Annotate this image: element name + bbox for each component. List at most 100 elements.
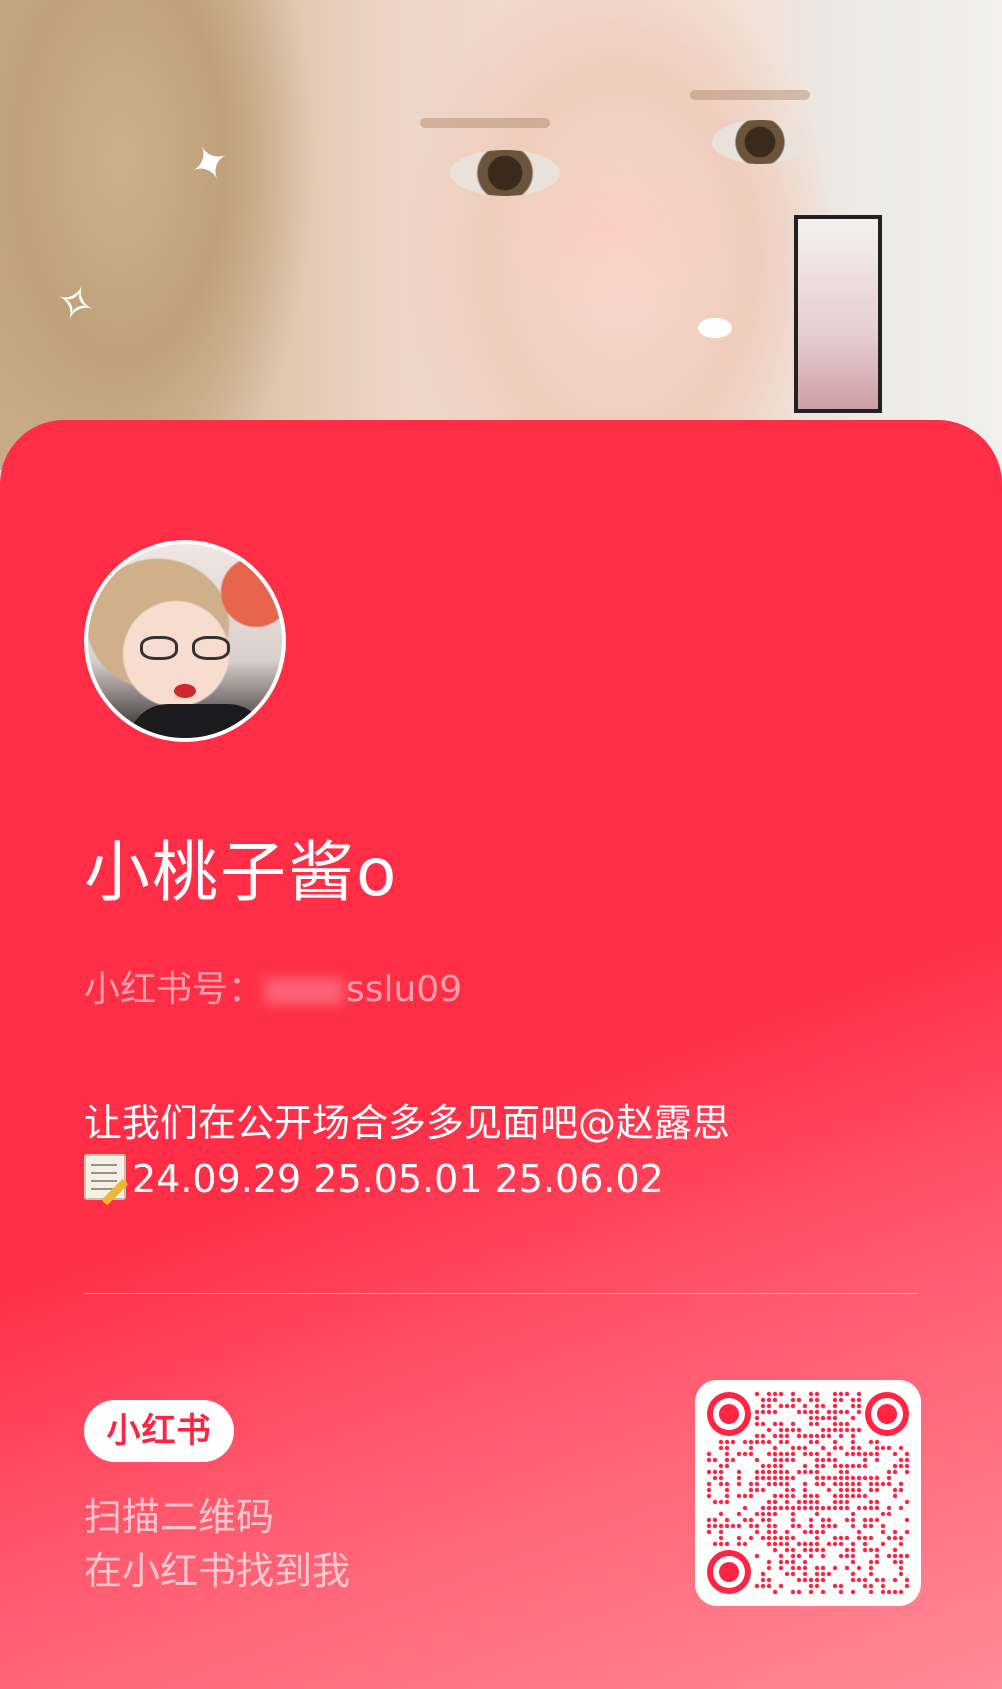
qr-dot <box>880 1577 886 1583</box>
qr-dot <box>904 1529 910 1535</box>
qr-dot <box>766 1439 772 1445</box>
qr-dot <box>874 1553 880 1559</box>
profile-bio-line2: 24.09.29 25.05.01 25.06.02 <box>84 1151 730 1207</box>
qr-dot <box>868 1505 874 1511</box>
qr-dot <box>748 1535 754 1541</box>
qr-dot <box>838 1445 844 1451</box>
qr-dot <box>766 1475 772 1481</box>
qr-dot <box>772 1397 778 1403</box>
qr-dot <box>850 1559 856 1565</box>
qr-dot <box>796 1445 802 1451</box>
qr-dot <box>718 1511 724 1517</box>
qr-dot <box>856 1505 862 1511</box>
memo-icon <box>84 1154 126 1200</box>
qr-dot <box>832 1457 838 1463</box>
qr-dot <box>844 1535 850 1541</box>
qr-dot <box>772 1547 778 1553</box>
qr-dot <box>814 1463 820 1469</box>
qr-dot <box>790 1505 796 1511</box>
qr-dot <box>766 1541 772 1547</box>
qr-dot <box>760 1463 766 1469</box>
qr-dot <box>790 1517 796 1523</box>
qr-dot <box>772 1535 778 1541</box>
qr-dot <box>868 1589 874 1595</box>
qr-dot <box>850 1517 856 1523</box>
qr-dot <box>844 1493 850 1499</box>
qr-dot <box>832 1463 838 1469</box>
qr-dot <box>832 1499 838 1505</box>
qr-dot <box>808 1577 814 1583</box>
qr-dot <box>880 1583 886 1589</box>
qr-dot <box>724 1463 730 1469</box>
qr-dot <box>760 1583 766 1589</box>
qr-dot <box>898 1553 904 1559</box>
qr-dot <box>832 1493 838 1499</box>
qr-dot <box>814 1439 820 1445</box>
qr-dot <box>832 1397 838 1403</box>
qr-dot <box>814 1475 820 1481</box>
qr-dot <box>904 1457 910 1463</box>
qr-dot <box>802 1493 808 1499</box>
qr-dot <box>790 1475 796 1481</box>
qr-dot <box>766 1469 772 1475</box>
qr-dot <box>868 1439 874 1445</box>
qr-dot <box>760 1517 766 1523</box>
qr-dot <box>856 1565 862 1571</box>
qr-dot <box>832 1421 838 1427</box>
qr-dot <box>808 1469 814 1475</box>
qr-dot <box>772 1445 778 1451</box>
qr-dot <box>898 1541 904 1547</box>
qr-dot <box>712 1469 718 1475</box>
qr-dot <box>814 1493 820 1499</box>
qr-dot <box>814 1457 820 1463</box>
qr-dot <box>730 1457 736 1463</box>
qr-dot <box>820 1571 826 1577</box>
qr-dot <box>724 1481 730 1487</box>
avatar[interactable] <box>84 540 286 742</box>
qr-dot <box>790 1487 796 1493</box>
qr-dot <box>904 1517 910 1523</box>
qr-dot <box>736 1451 742 1457</box>
qr-finder-top-left <box>707 1392 751 1436</box>
qr-dot <box>802 1487 808 1493</box>
qr-dot <box>772 1457 778 1463</box>
qr-dot <box>718 1541 724 1547</box>
qr-dot <box>796 1427 802 1433</box>
qr-dot <box>796 1589 802 1595</box>
profile-id-redacted <box>264 977 345 1005</box>
qr-dot <box>748 1439 754 1445</box>
qr-dot <box>862 1505 868 1511</box>
qr-dot <box>718 1523 724 1529</box>
cover-photo-eye-left <box>450 150 560 196</box>
qr-dot <box>796 1433 802 1439</box>
qr-code[interactable] <box>695 1380 921 1606</box>
qr-dot <box>748 1517 754 1523</box>
qr-dot <box>868 1523 874 1529</box>
qr-dot <box>778 1541 784 1547</box>
cover-photo-wall-frame <box>794 215 882 413</box>
qr-dot <box>862 1583 868 1589</box>
qr-dot <box>718 1469 724 1475</box>
qr-dot <box>790 1559 796 1565</box>
qr-dot <box>820 1553 826 1559</box>
qr-dot <box>856 1397 862 1403</box>
qr-dot <box>802 1433 808 1439</box>
qr-dot <box>718 1463 724 1469</box>
qr-dot <box>898 1445 904 1451</box>
qr-dot <box>808 1505 814 1511</box>
qr-dot <box>790 1547 796 1553</box>
qr-dot <box>868 1559 874 1565</box>
qr-dot <box>754 1511 760 1517</box>
qr-dot <box>838 1463 844 1469</box>
qr-dot <box>886 1475 892 1481</box>
qr-dot <box>850 1403 856 1409</box>
qr-dot <box>796 1541 802 1547</box>
qr-dot <box>844 1409 850 1415</box>
qr-dot <box>850 1553 856 1559</box>
qr-dot <box>892 1535 898 1541</box>
cover-photo-brow-left <box>420 118 550 128</box>
qr-dot <box>850 1463 856 1469</box>
qr-dot <box>850 1541 856 1547</box>
cover-photo-brow-right <box>690 90 810 100</box>
qr-dot <box>826 1571 832 1577</box>
